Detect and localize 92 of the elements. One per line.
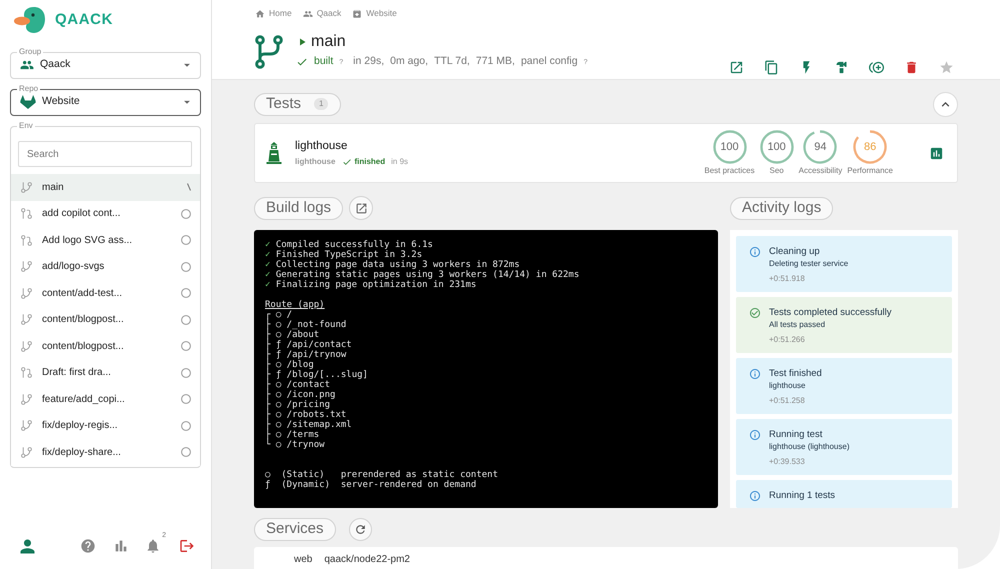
branch-icon (20, 446, 33, 459)
activity-time: +0:51.258 (769, 396, 806, 406)
info-icon (749, 490, 761, 502)
count-badge: 1 (314, 98, 328, 110)
service-image: qaack/node22-pm2 (324, 553, 410, 567)
logout-icon[interactable] (179, 538, 195, 554)
activity-title: Running 1 tests (769, 490, 836, 502)
pull-request-icon (20, 234, 33, 247)
environment-title: main (311, 32, 346, 52)
section-title: Build logs (254, 196, 344, 220)
activity-detail: All tests passed (769, 320, 826, 330)
archive-box-icon (352, 8, 362, 18)
breadcrumb-link[interactable]: Home (255, 7, 292, 20)
branch-icon (20, 180, 33, 194)
branch-icon (20, 340, 33, 353)
activity-title: Test finished (769, 368, 822, 380)
activity-time: +0:51.918 (769, 274, 806, 284)
activity-title: Tests completed successfully (769, 307, 892, 319)
people-icon (20, 58, 34, 72)
people-icon (302, 8, 313, 18)
help-icon[interactable] (80, 538, 96, 554)
activity-detail: lighthouse (lighthouse) (769, 442, 850, 452)
score-label: Best practices (704, 166, 755, 176)
brand-name: QAACK (55, 10, 113, 30)
score-value: 94 (814, 140, 827, 154)
section-title: Activity logs (730, 196, 834, 220)
open-logs-button[interactable] (349, 196, 374, 220)
log-line: ✓ Generating static pages using 3 workers (14/14) in 622ms (265, 270, 580, 280)
hammer-icon[interactable] (834, 60, 849, 75)
panel-legend: Env (17, 121, 35, 131)
star-icon[interactable] (939, 60, 954, 75)
copy-icon[interactable] (764, 60, 779, 75)
build-detail: in 29s, (353, 54, 384, 70)
log-line: ✓ Finalizing page optimization in 231ms (265, 280, 478, 290)
legend-line: ○ (Static) prerendered as static content (265, 470, 499, 480)
log-heading: Route (app) (265, 300, 325, 310)
repo-select[interactable]: Repo Website (10, 84, 201, 116)
branch-icon (255, 35, 283, 69)
refresh-button[interactable] (348, 518, 372, 540)
log-line: ✓ Finished TypeScript in 3.2s (265, 250, 424, 260)
build-detail: panel config (520, 54, 578, 70)
info-icon (749, 246, 761, 258)
build-detail: 0m ago, (390, 54, 428, 70)
build-detail: TTL 7d, (434, 54, 470, 70)
env-list-item[interactable]: main (11, 174, 200, 200)
legend-line: ƒ (Dynamic) server-rendered on demand (265, 480, 478, 490)
test-status: finished (354, 156, 386, 168)
report-chart-icon[interactable] (929, 146, 944, 160)
open-external-icon (354, 202, 368, 214)
section-title: Services (254, 518, 336, 540)
section-title: Tests (266, 94, 302, 114)
log-line: ✓ Compiled successfully in 6.1s (265, 240, 434, 250)
activity-time: +0:39.533 (769, 457, 806, 467)
branch-icon (20, 286, 33, 300)
home-icon (255, 8, 265, 18)
service-name: web (294, 553, 312, 567)
score-value: 100 (767, 140, 786, 154)
refresh-icon (354, 522, 367, 536)
pull-request-icon (20, 366, 33, 380)
score-value: 86 (864, 140, 876, 154)
score-label: Accessibility (798, 166, 842, 176)
branch-icon (20, 260, 33, 274)
log-line: ✓ Collecting page data using 3 workers in 872ms (265, 260, 521, 270)
score-value: 100 (720, 140, 739, 154)
activity-detail: lighthouse (769, 381, 806, 391)
pull-request-icon (20, 207, 33, 220)
bar-chart-icon[interactable] (113, 538, 129, 554)
test-type: lighthouse (295, 156, 336, 168)
branch-icon (20, 392, 33, 406)
score-label: Seo (770, 166, 784, 176)
score-label: Performance (847, 166, 893, 176)
delete-icon[interactable] (904, 60, 919, 75)
build-detail: 771 MB, (476, 54, 515, 70)
activity-detail: Deleting tester service (769, 259, 848, 269)
search-field[interactable]: Search (18, 141, 192, 167)
branch-icon (20, 313, 33, 326)
info-icon (749, 368, 761, 380)
branch-icon (20, 419, 33, 432)
lighthouse-icon (266, 142, 282, 164)
breadcrumb-link[interactable]: Qaack (302, 7, 342, 20)
fox-head-icon (20, 95, 36, 109)
build-status: built (314, 54, 334, 70)
activity-title: Running test (769, 429, 824, 441)
info-icon (749, 429, 761, 441)
activity-title: Cleaning up (769, 246, 821, 258)
open-external-icon[interactable] (729, 60, 744, 75)
bell-icon[interactable] (145, 538, 161, 554)
duck-logo-icon (14, 5, 46, 35)
activity-time: +0:51.266 (769, 335, 806, 345)
group-select[interactable]: Group Qaack (10, 47, 201, 79)
test-duration: in 9s (391, 156, 408, 168)
test-name: lighthouse (295, 138, 348, 152)
